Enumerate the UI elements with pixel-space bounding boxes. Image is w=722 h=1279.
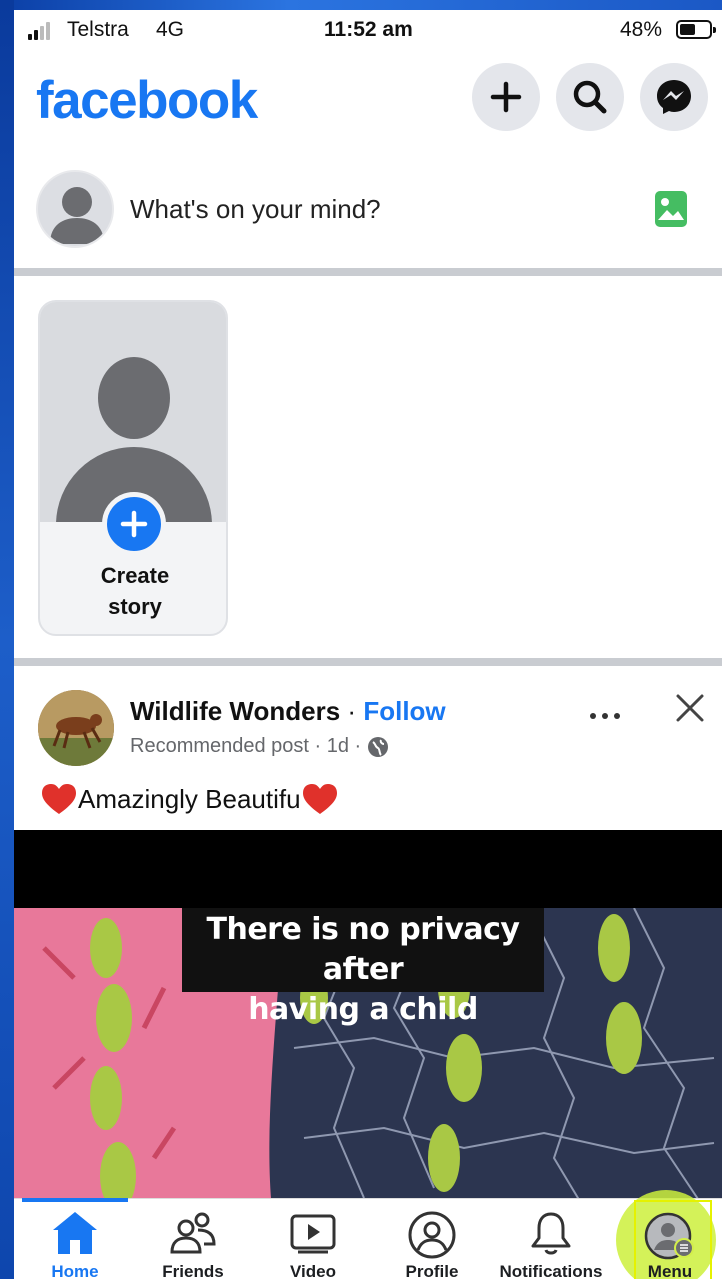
video-caption-line: There is no privacy after — [206, 912, 520, 987]
heart-icon — [302, 784, 337, 814]
tab-label: Friends — [162, 1262, 224, 1279]
photo-button[interactable] — [654, 190, 688, 233]
video-icon — [290, 1214, 336, 1254]
photo-icon — [655, 191, 687, 227]
post-caption: Amazingly Beautifu — [40, 782, 339, 816]
tab-notifications[interactable]: Notifications — [492, 1202, 610, 1279]
plus-icon — [490, 81, 522, 113]
more-options-button[interactable] — [588, 700, 622, 728]
tab-label: Home — [51, 1262, 99, 1279]
tab-label: Video — [290, 1262, 336, 1279]
video-caption-line: having a child — [248, 992, 478, 1027]
caption-text: Amazingly Beautifu — [78, 783, 301, 814]
search-icon — [573, 80, 607, 114]
tab-video[interactable]: Video — [254, 1202, 372, 1279]
wildlife-thumbnail-icon — [38, 690, 114, 766]
battery-icon — [676, 20, 716, 39]
tab-profile[interactable]: Profile — [373, 1202, 491, 1279]
close-icon — [676, 694, 704, 722]
post-meta-text: Recommended post · 1d · — [130, 735, 362, 757]
add-story-button[interactable] — [102, 492, 166, 556]
heart-icon — [42, 784, 76, 814]
tab-label: Menu — [647, 1262, 693, 1279]
section-divider — [14, 268, 722, 276]
profile-icon — [408, 1211, 456, 1259]
post-header-title: Wildlife Wonders · Follow — [130, 696, 446, 727]
desktop-background-left — [0, 0, 14, 1279]
battery-percent: 48% — [620, 18, 663, 41]
create-story-label: Create story — [100, 563, 170, 619]
default-avatar-icon — [50, 187, 104, 244]
create-button[interactable] — [472, 63, 540, 131]
tab-label: Notifications — [499, 1262, 603, 1279]
bell-icon — [531, 1212, 571, 1255]
follow-button[interactable]: Follow — [363, 696, 445, 726]
title-separator: · — [347, 696, 357, 726]
messenger-icon — [657, 80, 691, 114]
menu-avatar-icon — [644, 1212, 694, 1260]
page-avatar[interactable] — [38, 690, 114, 766]
globe-icon — [368, 736, 389, 757]
post-meta: Recommended post · 1d · — [130, 735, 389, 758]
carrier-name: Telstra — [67, 18, 129, 41]
section-divider — [14, 658, 722, 666]
tab-friends[interactable]: Friends — [134, 1202, 252, 1279]
tab-label: Profile — [405, 1262, 459, 1279]
messenger-button[interactable] — [640, 63, 708, 131]
friends-icon — [170, 1212, 216, 1254]
facebook-logo[interactable]: facebook — [36, 70, 258, 131]
page-name-link[interactable]: Wildlife Wonders — [130, 696, 340, 726]
signal-icon — [28, 22, 50, 40]
tab-menu[interactable]: Menu — [611, 1202, 722, 1279]
network-type: 4G — [156, 18, 185, 41]
plus-icon — [120, 510, 148, 538]
post-video[interactable]: There is no privacy after having a child — [14, 830, 722, 1210]
phone-screen: Telstra 4G 11:52 am 48% facebook What's … — [14, 10, 722, 1279]
home-icon — [53, 1212, 97, 1254]
composer-input[interactable]: What's on your mind? — [130, 194, 381, 225]
tab-home[interactable]: Home — [16, 1202, 134, 1279]
user-avatar[interactable] — [36, 170, 114, 248]
search-button[interactable] — [556, 63, 624, 131]
story-avatar-area — [40, 302, 226, 522]
more-icon — [590, 713, 620, 719]
status-bar: Telstra 4G 11:52 am 48% — [14, 10, 722, 50]
status-time: 11:52 am — [324, 18, 413, 41]
video-caption-overlay: There is no privacy after having a child — [182, 908, 544, 1027]
hide-post-button[interactable] — [674, 692, 706, 729]
create-story-card[interactable]: Create story — [38, 300, 228, 636]
